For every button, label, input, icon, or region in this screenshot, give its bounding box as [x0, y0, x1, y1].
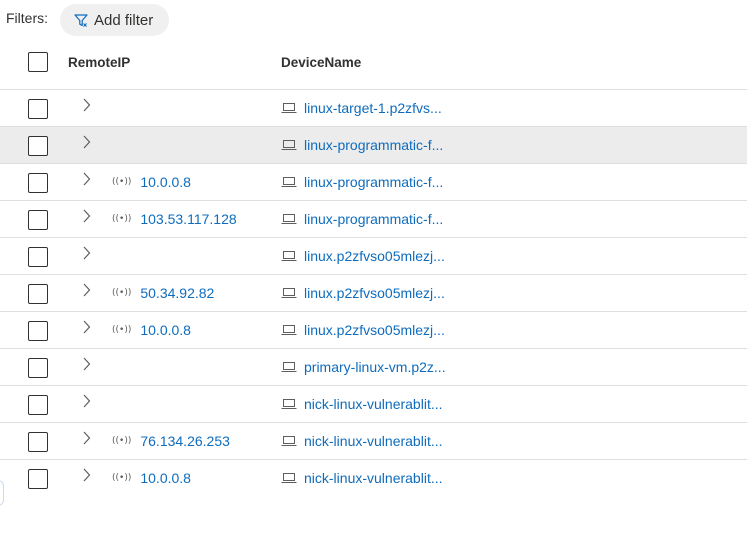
signal-icon: ((•)) [112, 177, 132, 187]
device-name-link[interactable]: nick-linux-vulnerablit... [281, 396, 443, 412]
table-row[interactable]: linux-target-1.p2zfvs... [0, 89, 747, 126]
row-checkbox[interactable] [28, 136, 48, 156]
row-checkbox[interactable] [28, 321, 48, 341]
table-row[interactable]: ((•)) 10.0.0.8 linux.p2zfvso05mlezj... [0, 311, 747, 348]
signal-icon: ((•)) [112, 436, 132, 446]
column-header-devicename[interactable]: DeviceName [281, 55, 361, 70]
laptop-icon [281, 473, 297, 483]
row-checkbox[interactable] [28, 469, 48, 489]
remote-ip-link[interactable]: ((•)) 50.34.92.82 [112, 285, 214, 301]
remote-ip-link[interactable]: ((•)) 10.0.0.8 [112, 470, 191, 486]
device-name-link[interactable]: linux-programmatic-f... [281, 211, 443, 227]
column-header-remoteip[interactable]: RemoteIP [68, 55, 130, 70]
side-panel-tab[interactable] [0, 480, 4, 506]
filters-label: Filters: [6, 10, 48, 26]
remote-ip-link[interactable]: ((•)) 10.0.0.8 [112, 174, 191, 190]
row-checkbox[interactable] [28, 284, 48, 304]
laptop-icon [281, 214, 297, 224]
device-name-text: nick-linux-vulnerablit... [304, 396, 443, 412]
table-row[interactable]: linux-programmatic-f... [0, 126, 747, 163]
laptop-icon [281, 103, 297, 113]
device-name-text: linux.p2zfvso05mlezj... [304, 322, 445, 338]
device-name-link[interactable]: primary-linux-vm.p2z... [281, 359, 446, 375]
remote-ip-link[interactable]: ((•)) 103.53.117.128 [112, 211, 237, 227]
filter-icon [74, 13, 88, 27]
signal-icon: ((•)) [112, 473, 132, 483]
laptop-icon [281, 436, 297, 446]
row-checkbox[interactable] [28, 173, 48, 193]
table-header: RemoteIP DeviceName [0, 43, 747, 85]
table-row[interactable]: ((•)) 50.34.92.82 linux.p2zfvso05mlezj... [0, 274, 747, 311]
remote-ip-text: 76.134.26.253 [140, 433, 230, 449]
remote-ip-link[interactable]: ((•)) 10.0.0.8 [112, 322, 191, 338]
row-checkbox[interactable] [28, 358, 48, 378]
remote-ip-text: 10.0.0.8 [140, 322, 191, 338]
add-filter-button[interactable]: Add filter [60, 4, 170, 36]
row-checkbox[interactable] [28, 247, 48, 267]
device-name-text: linux-programmatic-f... [304, 137, 444, 153]
device-name-link[interactable]: linux.p2zfvso05mlezj... [281, 285, 445, 301]
chevron-right-icon[interactable] [80, 96, 94, 114]
device-name-text: nick-linux-vulnerablit... [304, 433, 443, 449]
device-name-link[interactable]: linux-target-1.p2zfvs... [281, 100, 442, 116]
chevron-right-icon[interactable] [80, 318, 94, 336]
device-name-link[interactable]: linux-programmatic-f... [281, 137, 443, 153]
select-all-checkbox[interactable] [28, 52, 48, 72]
laptop-icon [281, 288, 297, 298]
row-checkbox[interactable] [28, 99, 48, 119]
chevron-right-icon[interactable] [80, 392, 94, 410]
filters-bar: Filters: Add filter [6, 3, 170, 37]
laptop-icon [281, 177, 297, 187]
remote-ip-link[interactable]: ((•)) 76.134.26.253 [112, 433, 230, 449]
device-name-text: linux.p2zfvso05mlezj... [304, 248, 445, 264]
device-name-link[interactable]: nick-linux-vulnerablit... [281, 470, 443, 486]
device-name-link[interactable]: linux-programmatic-f... [281, 174, 443, 190]
row-checkbox[interactable] [28, 210, 48, 230]
signal-icon: ((•)) [112, 214, 132, 224]
chevron-right-icon[interactable] [80, 355, 94, 373]
table-row[interactable]: ((•)) 10.0.0.8 linux-programmatic-f... [0, 163, 747, 200]
remote-ip-text: 10.0.0.8 [140, 470, 191, 486]
laptop-icon [281, 140, 297, 150]
laptop-icon [281, 325, 297, 335]
chevron-right-icon[interactable] [80, 207, 94, 225]
table-row[interactable]: ((•)) 76.134.26.253 nick-linux-vulnerablit… [0, 422, 747, 459]
device-name-link[interactable]: linux.p2zfvso05mlezj... [281, 322, 445, 338]
chevron-right-icon[interactable] [80, 429, 94, 447]
table-row[interactable]: linux.p2zfvso05mlezj... [0, 237, 747, 274]
remote-ip-text: 103.53.117.128 [140, 211, 237, 227]
chevron-right-icon[interactable] [80, 133, 94, 151]
chevron-right-icon[interactable] [80, 244, 94, 262]
device-name-text: linux.p2zfvso05mlezj... [304, 285, 445, 301]
row-checkbox[interactable] [28, 432, 48, 452]
row-checkbox[interactable] [28, 395, 48, 415]
device-name-text: linux-programmatic-f... [304, 211, 444, 227]
signal-icon: ((•)) [112, 325, 132, 335]
table-body: linux-target-1.p2zfvs... linux-programmat… [0, 89, 747, 496]
laptop-icon [281, 251, 297, 261]
remote-ip-text: 50.34.92.82 [140, 285, 215, 301]
remote-ip-text: 10.0.0.8 [140, 174, 191, 190]
device-name-text: nick-linux-vulnerablit... [304, 470, 443, 486]
device-name-text: linux-programmatic-f... [304, 174, 444, 190]
laptop-icon [281, 399, 297, 409]
table-row[interactable]: ((•)) 10.0.0.8 nick-linux-vulnerablit... [0, 459, 747, 496]
chevron-right-icon[interactable] [80, 170, 94, 188]
laptop-icon [281, 362, 297, 372]
table-row[interactable]: primary-linux-vm.p2z... [0, 348, 747, 385]
chevron-right-icon[interactable] [80, 281, 94, 299]
device-name-text: primary-linux-vm.p2z... [304, 359, 446, 375]
device-name-link[interactable]: nick-linux-vulnerablit... [281, 433, 443, 449]
signal-icon: ((•)) [112, 288, 132, 298]
device-name-text: linux-target-1.p2zfvs... [304, 100, 442, 116]
add-filter-label: Add filter [94, 11, 154, 29]
chevron-right-icon[interactable] [80, 466, 94, 484]
table-row[interactable]: ((•)) 103.53.117.128 linux-programmatic-f.… [0, 200, 747, 237]
device-name-link[interactable]: linux.p2zfvso05mlezj... [281, 248, 445, 264]
table-row[interactable]: nick-linux-vulnerablit... [0, 385, 747, 422]
